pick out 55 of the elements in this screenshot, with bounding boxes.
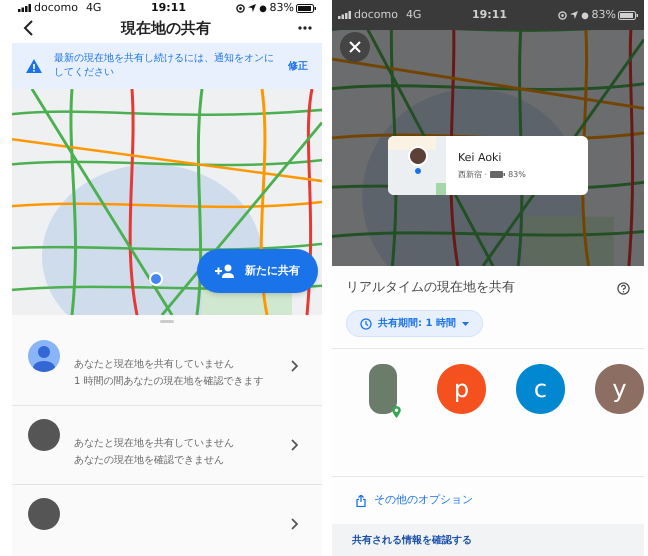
photo-placeholder [28, 498, 60, 530]
contact-avatar[interactable]: p [437, 364, 486, 414]
warning-icon [26, 59, 42, 73]
visibility-status: 1 時間の間あなたの現在地を確認できます [74, 374, 265, 389]
battery-percent: 83% [270, 0, 294, 16]
close-icon [349, 41, 361, 53]
help-icon[interactable] [617, 282, 630, 294]
location-arrow-icon [570, 11, 578, 19]
review-shared-info-link[interactable]: 共有される情報を確認する [352, 532, 472, 548]
location-arrow-icon [248, 4, 256, 12]
orientation-lock-icon [558, 10, 567, 20]
battery-icon [490, 171, 506, 178]
network-type: 4G [86, 0, 102, 16]
duration-chip[interactable]: 共有期間: 1 時間 [346, 310, 483, 337]
contact-row[interactable]: あなたと現在地を共有していません 1 時間の間あなたの現在地を確認できます [12, 327, 322, 406]
fix-button[interactable]: 修正 [288, 58, 308, 74]
battery-percent: 83% [508, 168, 526, 181]
more-options-link[interactable]: その他のオプション [374, 492, 473, 509]
chevron-right-icon [290, 518, 298, 530]
battery-icon [618, 10, 638, 20]
chevron-right-icon [290, 360, 298, 372]
carrier-name: docomo [34, 0, 78, 16]
location-name: 西新宿 · [458, 168, 488, 181]
contact-avatar[interactable]: c [516, 364, 565, 414]
signal-icon [338, 11, 352, 19]
banner-message: 最新の現在地を共有し続けるには、通知をオンにしてください [54, 52, 275, 80]
map-pin-icon [392, 406, 401, 418]
clock-time: 19:11 [151, 0, 186, 16]
back-icon[interactable] [22, 18, 34, 37]
visibility-status: あなたの現在地を確認できません [74, 454, 225, 468]
sharing-status: あなたと現在地を共有していません [74, 436, 235, 451]
contact-row[interactable]: あなたと現在地を共有していません あなたの現在地を確認できません [12, 406, 322, 485]
chevron-right-icon [290, 439, 298, 451]
photo-placeholder [28, 419, 60, 451]
sharing-status: あなたと現在地を共有していません [74, 358, 235, 372]
new-share-button[interactable]: 新たに共有 [197, 249, 318, 293]
default-avatar [28, 340, 60, 372]
signal-icon [18, 4, 32, 12]
person-name: Kei Aoki [458, 150, 502, 166]
network-type: 4G [406, 6, 422, 23]
sheet-title: リアルタイムの現在地を共有 [346, 279, 515, 298]
battery-percent: 83% [592, 6, 616, 23]
photo-placeholder[interactable] [368, 364, 396, 414]
clock-time: 19:11 [472, 6, 508, 23]
share-icon [356, 494, 366, 506]
more-icon[interactable] [298, 26, 312, 30]
contact-avatar[interactable]: y [595, 364, 644, 414]
orientation-lock-icon [236, 4, 245, 13]
carrier-name: docomo [354, 6, 398, 23]
screen-title: 現在地の共有 [121, 18, 211, 38]
add-person-icon [215, 264, 235, 278]
battery-icon [296, 4, 316, 13]
clock-icon [360, 318, 372, 330]
caret-icon [462, 322, 469, 326]
drag-handle[interactable] [160, 320, 174, 322]
